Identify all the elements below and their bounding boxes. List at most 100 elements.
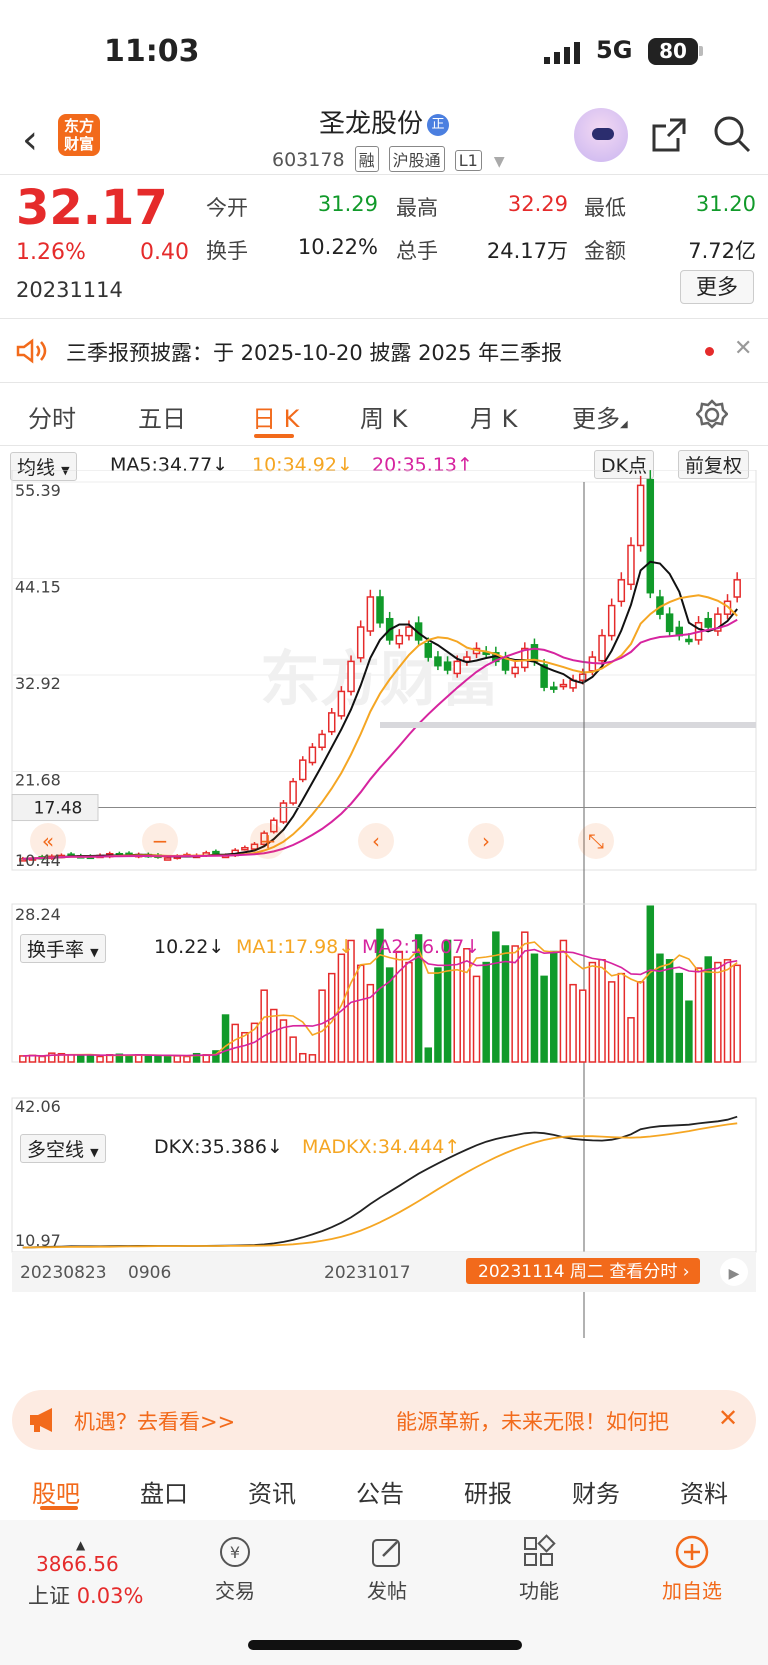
- turnover-bar: [260, 989, 268, 1063]
- turnover-value: 10.22%: [297, 235, 378, 259]
- candle: [395, 634, 404, 645]
- tag-rong: 融: [354, 146, 379, 172]
- dkx-selector[interactable]: 多空线 ▼: [20, 1134, 106, 1163]
- candle: [636, 484, 645, 547]
- post-label: 发帖: [367, 1579, 407, 1603]
- turnover-selector[interactable]: 换手率 ▼: [20, 934, 106, 963]
- tab-finance[interactable]: 财务: [572, 1474, 620, 1509]
- kline-chart[interactable]: 东方财富17.4855.3944.1532.9221.6810.44« − + ‹ › ⤡…: [0, 470, 768, 1340]
- volume-label: 总手: [396, 239, 438, 263]
- tab-intraday[interactable]: 分时: [28, 399, 76, 434]
- up-arrow-icon: ▲: [76, 1538, 86, 1552]
- turnover-bar: [550, 950, 558, 1063]
- turnover-bar: [559, 939, 568, 1063]
- watermark: 东方财富: [260, 645, 500, 715]
- status-time: 11:03: [104, 34, 200, 69]
- tab-monthly-k[interactable]: 月 K: [470, 399, 517, 434]
- tab-five-day[interactable]: 五日: [138, 399, 186, 434]
- close-icon[interactable]: ✕: [718, 1404, 738, 1432]
- network-label: 5G: [596, 36, 633, 64]
- turnover-tick-label: 28.24: [15, 905, 61, 924]
- turnover-bar: [685, 1000, 693, 1063]
- candle: [241, 846, 249, 851]
- share-icon[interactable]: [650, 116, 688, 154]
- trade-icon: ¥: [220, 1537, 250, 1567]
- candle: [299, 759, 307, 781]
- notice-text: 三季报预披露：于 2025-10-20 披露 2025 年三季报: [66, 341, 563, 365]
- candle: [424, 642, 433, 658]
- turnover-bar: [463, 948, 471, 1063]
- signal-icon: [544, 42, 580, 64]
- close-icon[interactable]: ✕: [734, 336, 752, 361]
- ad-left-text: 机遇？去看看>>: [74, 1410, 236, 1434]
- turnover-bar: [646, 905, 655, 1063]
- trade-button[interactable]: ¥ 交易: [200, 1534, 270, 1604]
- candle: [578, 673, 587, 682]
- x-axis-label: 20231017: [324, 1263, 411, 1283]
- tab-guba[interactable]: 股吧: [32, 1474, 80, 1509]
- high-value: 32.29: [507, 192, 568, 216]
- stock-code: 603178: [272, 149, 345, 171]
- add-watchlist-button[interactable]: 加自选: [654, 1534, 730, 1604]
- turnover-bar: [289, 1036, 297, 1063]
- tab-research[interactable]: 研报: [464, 1474, 512, 1509]
- dkx-value: DKX:35.386↓: [154, 1136, 283, 1158]
- stock-name: 圣龙股份: [318, 109, 423, 139]
- home-indicator: [248, 1640, 522, 1650]
- tab-news[interactable]: 资讯: [248, 1474, 296, 1509]
- crosshair-price-label: 17.48: [34, 799, 83, 819]
- candle: [665, 613, 674, 633]
- turnover-bar: [77, 1054, 85, 1063]
- turnover-bar: [472, 975, 481, 1063]
- open-value: 31.29: [317, 192, 378, 216]
- turnover-bar: [443, 939, 452, 1063]
- turnover-bar: [578, 989, 587, 1063]
- support-band: [380, 722, 756, 728]
- turnover-bar: [453, 956, 461, 1063]
- tab-underline: [254, 434, 294, 438]
- candle: [356, 626, 365, 659]
- function-button[interactable]: 功能: [504, 1534, 574, 1604]
- candle: [453, 660, 461, 675]
- turnover-bar: [279, 1019, 288, 1063]
- play-icon: ▶: [729, 1266, 740, 1282]
- stock-code-line: 603178 融 沪股通 L1 ▼: [272, 146, 505, 172]
- tab-daily-k[interactable]: 日 K: [252, 399, 299, 434]
- notice-bar[interactable]: 三季报预披露：于 2025-10-20 披露 2025 年三季报: [0, 320, 768, 382]
- turnover-bar: [125, 1054, 133, 1063]
- ad-banner[interactable]: 机遇？去看看>> 能源革新，未来无限！如何把 ✕: [12, 1390, 756, 1450]
- tab-more[interactable]: 更多◢: [572, 399, 628, 434]
- post-button[interactable]: 发帖: [352, 1534, 422, 1604]
- speaker-icon: [16, 338, 47, 364]
- badge-icon: 正: [427, 113, 449, 136]
- turnover-panel-frame: [11, 903, 757, 1063]
- turnover-bar: [173, 1055, 182, 1063]
- tab-weekly-k[interactable]: 周 K: [360, 399, 407, 434]
- turnover-bar: [183, 1055, 191, 1063]
- candle: [607, 604, 616, 637]
- dkx-selector-label: 多空线: [27, 1139, 85, 1161]
- price-tick-label: 55.39: [15, 481, 61, 500]
- more-button[interactable]: 更多: [680, 270, 754, 304]
- tab-profile[interactable]: 资料: [680, 1474, 728, 1509]
- index-widget[interactable]: ▲ 3866.56 上证 0.03%: [28, 1538, 168, 1610]
- turnover-bar: [627, 1017, 635, 1063]
- search-icon[interactable]: [712, 114, 752, 154]
- tab-announcements[interactable]: 公告: [356, 1474, 404, 1509]
- dkx-panel-frame: [11, 1097, 757, 1253]
- candle: [318, 733, 326, 749]
- turnover-bar: [733, 964, 741, 1063]
- dropdown-icon[interactable]: ▼: [494, 154, 505, 170]
- turnover-bar: [308, 1054, 317, 1063]
- x-axis-label: 20230823: [20, 1263, 107, 1283]
- ad-right-text: 能源革新，未来无限！如何把: [396, 1410, 669, 1434]
- settings-icon[interactable]: [696, 399, 728, 431]
- index-pct: 0.03%: [76, 1584, 144, 1608]
- volume-value: 24.17万: [486, 239, 568, 263]
- price-tick-label: 21.68: [15, 771, 61, 790]
- tab-pankou[interactable]: 盘口: [140, 1474, 188, 1509]
- turnover-bar: [299, 1052, 307, 1063]
- change-pct: 1.26%: [16, 240, 86, 265]
- turnover-bar: [424, 1047, 433, 1063]
- madkx-value: MADKX:34.444↑: [302, 1136, 461, 1158]
